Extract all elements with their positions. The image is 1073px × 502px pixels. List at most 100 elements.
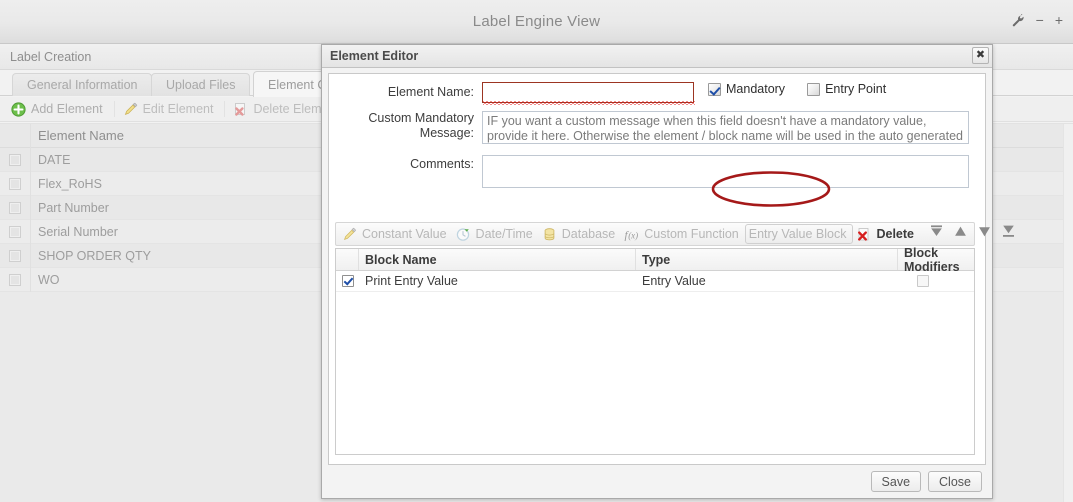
custom-function-button[interactable]: f (x) Custom Function xyxy=(621,224,744,244)
svg-text:(x): (x) xyxy=(628,230,638,240)
block-row-checkbox-cell[interactable] xyxy=(336,271,359,291)
element-editor-dialog: Element Editor ✖ Element Name: Mandatory xyxy=(321,44,1015,499)
row-checkbox-cell[interactable] xyxy=(0,147,31,172)
add-green-plus-icon xyxy=(11,101,26,117)
pencil-icon xyxy=(123,102,138,117)
constant-value-label: Constant Value xyxy=(362,227,447,241)
custom-mandatory-label-line1: Custom Mandatory xyxy=(368,111,474,125)
element-name-cell: Flex_RoHS xyxy=(38,176,102,191)
reorder-buttons xyxy=(929,224,1016,244)
row-checkbox[interactable] xyxy=(9,225,21,238)
toolbar-separator xyxy=(224,101,226,117)
element-list-scrollbar[interactable] xyxy=(1063,124,1073,502)
custom-mandatory-message-label: Custom Mandatory Message: xyxy=(329,111,474,141)
minimize-icon[interactable]: − xyxy=(1036,13,1044,27)
row-checkbox[interactable] xyxy=(9,249,21,262)
element-name-column-header: Element Name xyxy=(38,128,124,143)
block-modifiers-cell[interactable] xyxy=(898,271,974,291)
custom-mandatory-message-row: Custom Mandatory Message: IF you want a … xyxy=(329,111,977,144)
row-checkbox-cell[interactable] xyxy=(0,171,31,196)
delete-block-label: Delete xyxy=(876,227,915,241)
comments-input[interactable] xyxy=(482,155,969,188)
block-toolbar: Constant Value Date/Time Database f (x) … xyxy=(335,222,1015,246)
entry-point-checkbox-group[interactable]: Entry Point xyxy=(807,82,886,96)
row-checkbox-cell[interactable] xyxy=(0,219,31,244)
edit-element-label: Edit Element xyxy=(142,102,214,116)
element-name-label: Element Name: xyxy=(387,85,474,99)
entry-value-block-button[interactable]: Entry Value Block xyxy=(744,224,854,244)
database-icon xyxy=(542,227,557,242)
date-time-button[interactable]: Date/Time xyxy=(453,224,539,244)
mandatory-checkbox-group[interactable]: Mandatory xyxy=(708,82,785,96)
row-checkbox-cell[interactable] xyxy=(0,267,31,292)
entry-point-checkbox[interactable] xyxy=(807,82,821,96)
panel-title: Label Creation xyxy=(10,50,92,64)
red-x-icon xyxy=(233,102,248,117)
spellcheck-squiggle xyxy=(483,101,695,105)
toolbar-separator xyxy=(113,101,115,117)
app-window: Label Engine View − + Label Creation Gen… xyxy=(0,0,1073,502)
maximize-icon[interactable]: + xyxy=(1055,13,1063,27)
database-button[interactable]: Database xyxy=(539,224,622,244)
move-down-button[interactable] xyxy=(977,224,992,244)
row-checkbox[interactable] xyxy=(9,273,21,286)
window-titlebar: Label Engine View − + xyxy=(0,0,1073,44)
entry-point-label: Entry Point xyxy=(825,82,887,96)
row-checkbox[interactable] xyxy=(9,201,21,214)
delete-block-button[interactable]: Delete xyxy=(853,224,920,244)
block-modifiers-column-header: Block Modifiers xyxy=(904,245,960,274)
custom-mandatory-label-line2: Message: xyxy=(419,126,474,140)
close-icon[interactable]: ✖ xyxy=(972,47,989,64)
block-name-cell: Print Entry Value xyxy=(365,274,458,288)
mandatory-label: Mandatory xyxy=(726,82,786,96)
dialog-titlebar[interactable]: Element Editor xyxy=(322,45,992,68)
edit-element-button[interactable]: Edit Element xyxy=(118,99,222,120)
blocks-check-column-header xyxy=(336,249,359,270)
row-checkbox-cell[interactable] xyxy=(0,243,31,268)
table-row[interactable]: Print Entry Value Entry Value xyxy=(336,271,974,292)
element-name-row: Element Name: Mandatory Entry Point xyxy=(329,82,977,105)
window-title: Label Engine View xyxy=(472,13,601,30)
type-column-header: Type xyxy=(636,249,898,270)
element-name-cell: Serial Number xyxy=(38,224,118,239)
custom-mandatory-message-input[interactable]: IF you want a custom message when this f… xyxy=(482,111,969,144)
row-checkbox-cell[interactable] xyxy=(0,195,31,220)
element-name-cell: WO xyxy=(38,272,60,287)
wrench-icon[interactable] xyxy=(1011,13,1025,27)
move-to-bottom-button[interactable] xyxy=(1001,224,1016,244)
row-checkbox[interactable] xyxy=(9,177,21,190)
dialog-footer: Save Close xyxy=(328,468,986,495)
comments-row: Comments: xyxy=(329,155,977,188)
element-name-cell: DATE xyxy=(38,152,71,167)
row-checkbox[interactable] xyxy=(9,153,21,166)
comments-label: Comments: xyxy=(410,157,474,171)
clock-icon xyxy=(456,227,471,242)
element-list-check-column-header xyxy=(0,123,31,148)
block-name-column-header: Block Name xyxy=(359,249,636,270)
red-x-icon xyxy=(856,227,871,242)
constant-value-button[interactable]: Constant Value xyxy=(339,224,453,244)
close-button[interactable]: Close xyxy=(928,471,982,492)
blocks-grid: Block Name Type Block Modifiers Print En… xyxy=(335,245,975,455)
add-element-label: Add Element xyxy=(31,102,103,116)
dialog-title: Element Editor xyxy=(330,49,419,63)
tab-upload-files[interactable]: Upload Files xyxy=(151,73,251,96)
window-controls: − + xyxy=(1011,13,1063,27)
block-row-checkbox[interactable] xyxy=(341,275,354,287)
move-to-top-button[interactable] xyxy=(929,224,944,244)
mandatory-checkbox[interactable] xyxy=(708,82,721,96)
element-name-input[interactable] xyxy=(482,82,695,105)
block-type-cell: Entry Value xyxy=(642,274,706,288)
move-up-button[interactable] xyxy=(953,224,968,244)
pencil-icon xyxy=(342,227,357,242)
save-button[interactable]: Save xyxy=(870,471,922,492)
blocks-grid-header: Block Name Type Block Modifiers xyxy=(336,245,974,274)
add-element-button[interactable]: Add Element xyxy=(6,99,111,120)
element-name-cell: Part Number xyxy=(38,200,109,215)
entry-value-block-label: Entry Value Block xyxy=(748,227,847,241)
dialog-body: Element Name: Mandatory Entry Point Cust… xyxy=(328,73,1015,465)
block-modifiers-checkbox[interactable] xyxy=(917,275,929,287)
date-time-label: Date/Time xyxy=(475,227,533,241)
tab-general-information[interactable]: General Information xyxy=(12,73,153,96)
element-name-cell: SHOP ORDER QTY xyxy=(38,248,151,263)
